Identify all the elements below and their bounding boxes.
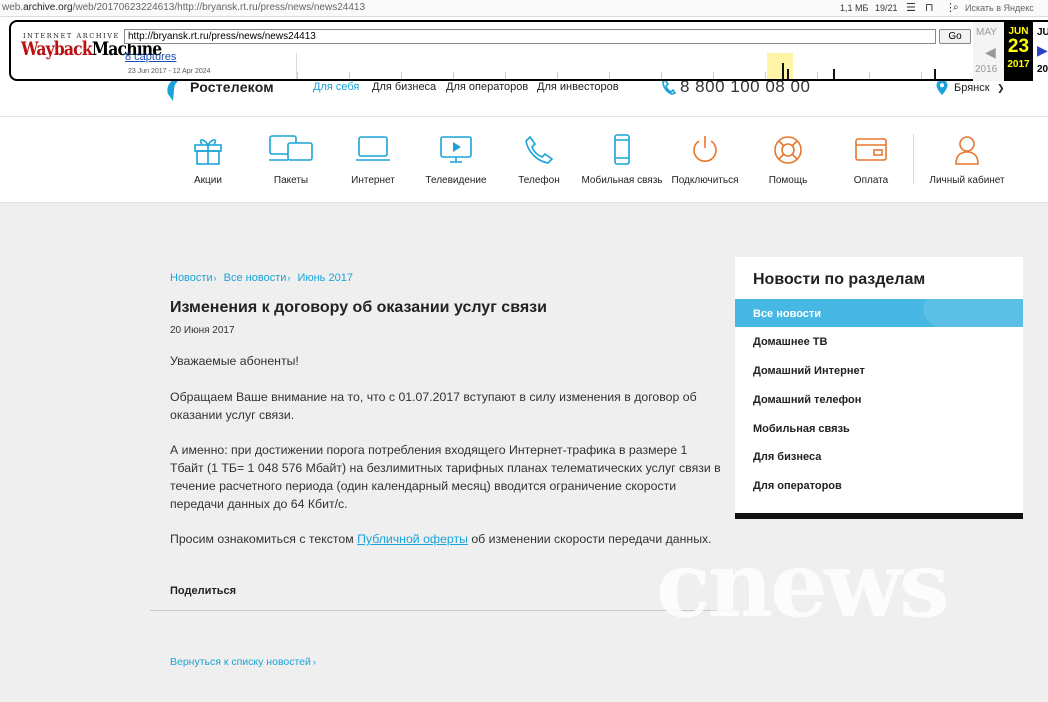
nav-divider bbox=[913, 134, 914, 184]
current-year: 2017 bbox=[1007, 59, 1030, 70]
category-item[interactable]: Для операторов bbox=[753, 480, 842, 492]
capture-bar bbox=[782, 63, 784, 79]
browser-toolbar: web.archive.org/web/20170623224613/http:… bbox=[0, 0, 1048, 17]
category-all-news[interactable]: Все новости bbox=[735, 299, 1023, 327]
handset-icon bbox=[525, 135, 554, 164]
category-item[interactable]: Домашний Интернет bbox=[753, 365, 865, 377]
divider bbox=[150, 610, 733, 611]
nav-item-connect[interactable]: Подключиться bbox=[663, 134, 747, 196]
lifebuoy-icon bbox=[774, 136, 802, 164]
next-arrow-icon[interactable]: ▶ bbox=[1037, 42, 1048, 59]
capture-bar bbox=[787, 69, 789, 79]
location-pin-icon bbox=[936, 80, 948, 95]
article-paragraph: Обращаем Ваше внимание на то, что с 01.0… bbox=[170, 390, 697, 422]
tv-play-icon bbox=[440, 136, 472, 163]
breadcrumb-news[interactable]: Новости bbox=[170, 272, 213, 284]
nav-item-promotions[interactable]: Акции bbox=[166, 134, 250, 196]
top-link-personal[interactable]: Для себя bbox=[313, 81, 359, 93]
bookmark-icon[interactable]: ⊓ bbox=[925, 1, 934, 14]
card-icon bbox=[855, 138, 887, 161]
top-link-business[interactable]: Для бизнеса bbox=[372, 81, 436, 93]
current-day: 23 bbox=[1007, 36, 1030, 57]
captures-link[interactable]: 8 captures bbox=[125, 51, 176, 63]
captures-date-range: 23 Jun 2017 - 12 Apr 2024 bbox=[128, 68, 211, 75]
category-item[interactable]: Для бизнеса bbox=[753, 451, 821, 463]
public-offer-link[interactable]: Публичной оферты bbox=[357, 532, 468, 546]
top-link-operators[interactable]: Для операторов bbox=[446, 81, 528, 93]
tab-counter: 19/21 bbox=[875, 3, 898, 13]
sparkline-current-year bbox=[767, 53, 793, 79]
breadcrumb: Новости› Все новости› Июнь 2017 bbox=[170, 272, 353, 284]
page-size: 1,1 МБ bbox=[840, 3, 869, 13]
back-to-news-link[interactable]: Вернуться к списку новостей › bbox=[170, 656, 316, 668]
next-year: 20 bbox=[1037, 64, 1048, 75]
devices-icon bbox=[269, 135, 313, 161]
breadcrumb-month[interactable]: Июнь 2017 bbox=[297, 272, 353, 284]
capture-bar bbox=[833, 69, 835, 79]
site-logo[interactable]: Ростелеком bbox=[190, 79, 274, 95]
wayback-url-input[interactable]: http://bryansk.rt.ru/press/news/news2441… bbox=[124, 29, 936, 44]
wayback-go-button[interactable]: Go bbox=[939, 29, 971, 44]
chevron-right-icon: › bbox=[213, 273, 217, 283]
category-item[interactable]: Мобильная связь bbox=[753, 423, 850, 435]
menu-icon[interactable]: ☰ bbox=[906, 1, 916, 14]
chevron-right-icon: › bbox=[312, 657, 316, 667]
nav-item-payment[interactable]: Оплата bbox=[829, 134, 913, 196]
chevron-right-icon: › bbox=[287, 273, 291, 283]
prev-year: 2016 bbox=[975, 64, 998, 75]
category-item[interactable]: Домашнее ТВ bbox=[753, 336, 827, 348]
main-nav: Акции Пакеты Интернет Телевидение Телефо… bbox=[0, 117, 1048, 203]
city-selector[interactable]: Брянск bbox=[954, 82, 990, 94]
breadcrumb-all-news[interactable]: Все новости bbox=[224, 272, 287, 284]
nav-item-internet[interactable]: Интернет bbox=[331, 134, 415, 196]
prev-arrow-icon[interactable]: ◀ bbox=[985, 44, 996, 61]
user-icon bbox=[955, 136, 979, 165]
current-capture: JUN 23 2017 bbox=[1004, 22, 1033, 81]
article-paragraph: А именно: при достижении порога потребле… bbox=[170, 443, 721, 511]
nav-item-bundles[interactable]: Пакеты bbox=[249, 134, 333, 196]
prev-capture[interactable]: MAY ◀ 2016 bbox=[973, 22, 1004, 81]
article-greeting: Уважаемые абоненты! bbox=[170, 354, 299, 368]
nav-label: Оплата bbox=[853, 175, 889, 186]
news-categories-panel: Новости по разделам Все новости Домашнее… bbox=[735, 257, 1023, 519]
page-title: Изменения к договору об оказании услуг с… bbox=[170, 299, 547, 316]
calendar-nav: MAY ◀ 2016 JUN 23 2017 JU ▶ 20 bbox=[973, 22, 1048, 81]
cnews-watermark: cnews bbox=[656, 532, 950, 638]
gift-icon bbox=[194, 139, 222, 165]
next-month: JU bbox=[1037, 27, 1048, 38]
address-bar-url[interactable]: web.archive.org/web/20170623224613/http:… bbox=[2, 2, 365, 13]
next-capture[interactable]: JU ▶ 20 bbox=[1033, 22, 1048, 81]
nav-item-help[interactable]: Помощь bbox=[746, 134, 830, 196]
share-button[interactable]: Поделиться bbox=[170, 585, 236, 597]
chevron-down-icon[interactable]: ❯ bbox=[997, 83, 1005, 94]
article-paragraph: Просим ознакомиться с текстом Публичной … bbox=[170, 532, 712, 546]
panel-title: Новости по разделам bbox=[753, 271, 926, 288]
captures-sparkline[interactable] bbox=[296, 53, 972, 79]
yandex-search-input[interactable]: Искать в Яндекс bbox=[965, 3, 1034, 13]
article-date: 20 Июня 2017 bbox=[170, 325, 235, 336]
nav-item-phone[interactable]: Телефон bbox=[497, 134, 581, 196]
nav-item-account[interactable]: Личный кабинет bbox=[925, 134, 1009, 196]
wayback-toolbar: INTERNET ARCHIVE WaybackMachine http://b… bbox=[9, 20, 1048, 81]
search-icon: ⌕ bbox=[953, 2, 959, 13]
smartphone-icon bbox=[614, 134, 630, 165]
category-item[interactable]: Домашний телефон bbox=[753, 394, 861, 406]
power-icon bbox=[693, 136, 717, 162]
prev-month: MAY bbox=[976, 27, 997, 38]
nav-item-mobile[interactable]: Мобильная связь bbox=[580, 134, 664, 196]
nav-label: Личный кабинет bbox=[929, 175, 1005, 186]
laptop-icon bbox=[356, 136, 390, 161]
nav-item-tv[interactable]: Телевидение bbox=[414, 134, 498, 196]
top-link-investors[interactable]: Для инвесторов bbox=[537, 81, 619, 93]
capture-bar bbox=[934, 69, 936, 79]
phone-icon bbox=[662, 79, 676, 95]
